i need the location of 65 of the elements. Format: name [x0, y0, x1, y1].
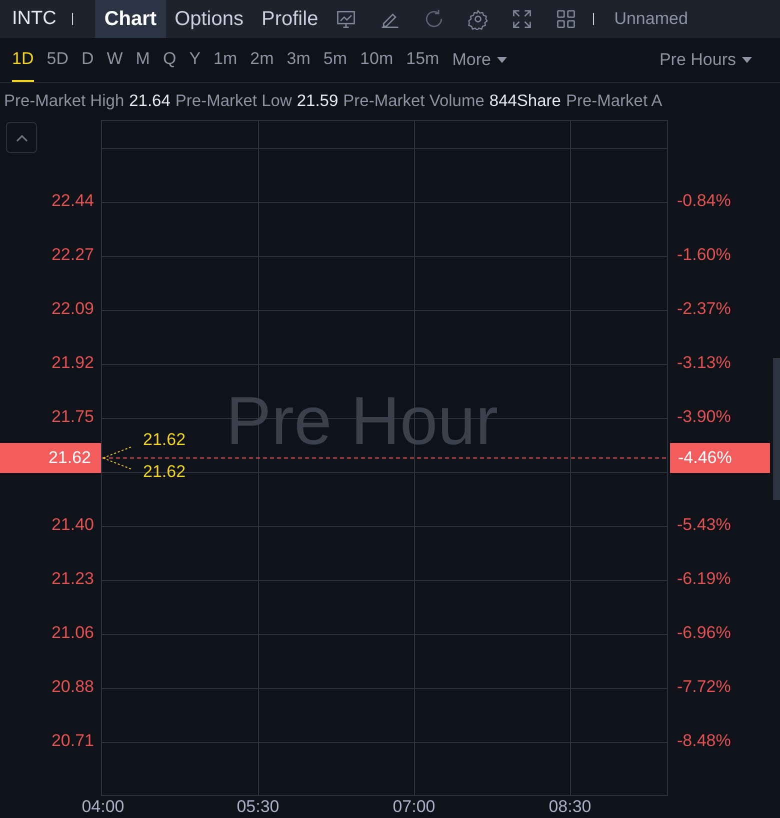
stat-label: Pre-Market High — [4, 92, 124, 111]
price-callout-label: 21.62 — [143, 462, 186, 482]
percent-label: -7.72% — [677, 677, 731, 697]
period-tab[interactable]: W — [106, 38, 123, 82]
period-tab[interactable]: 1m — [214, 38, 238, 82]
more-dropdown[interactable]: More — [452, 50, 507, 70]
tab[interactable]: Options — [166, 0, 252, 38]
price-label: 22.44 — [51, 191, 94, 211]
percent-label: -5.43% — [677, 515, 731, 535]
price-label: 21.06 — [51, 623, 94, 643]
chevron-up-icon — [16, 134, 28, 142]
period-tab[interactable]: Y — [189, 38, 201, 82]
time-label: 07:00 — [392, 797, 436, 817]
layout-dropdown[interactable]: Unnamed — [614, 9, 688, 29]
fullscreen-icon[interactable] — [511, 8, 534, 30]
percent-label: -1.60% — [677, 245, 731, 265]
time-label: 04:00 — [80, 797, 126, 817]
price-label: 21.23 — [51, 569, 94, 589]
leader-line — [102, 446, 132, 470]
price-callout-label: 21.62 — [143, 430, 186, 450]
caret-icon — [496, 57, 507, 63]
chart-icon[interactable] — [335, 8, 358, 30]
period-tab[interactable]: D — [81, 38, 94, 82]
percent-label: -3.90% — [677, 407, 731, 427]
session-dropdown[interactable]: Pre Hours — [659, 50, 752, 70]
percent-label: -3.13% — [677, 353, 731, 373]
stat-value: 21.64 — [129, 92, 170, 111]
stat-label: Pre-Market Volume — [343, 92, 484, 111]
price-label: 22.27 — [51, 245, 94, 265]
period-tab[interactable]: Q — [162, 38, 176, 82]
caret-icon — [742, 57, 752, 63]
percent-label: -6.19% — [677, 569, 731, 589]
settings-icon[interactable] — [467, 8, 490, 30]
price-label: 20.88 — [51, 677, 94, 697]
price-label: 21.92 — [51, 353, 94, 373]
last-price-tag: 21.62 — [0, 443, 101, 473]
period-tab[interactable]: M — [136, 38, 150, 82]
tab[interactable]: Chart — [95, 0, 166, 38]
stat-label: Pre-Market A — [566, 92, 662, 111]
collapse-button[interactable] — [6, 122, 37, 153]
stat-label: Pre-Market Low — [175, 92, 292, 111]
period-tab[interactable]: 3m — [286, 38, 310, 82]
percent-label: -2.37% — [677, 299, 731, 319]
scrollbar-handle[interactable] — [773, 358, 780, 500]
percent-label: -0.84% — [677, 191, 731, 211]
price-label: 21.40 — [51, 515, 94, 535]
change-tag: -4.46% — [670, 443, 770, 473]
period-tab[interactable]: 15m — [406, 38, 440, 82]
stat-value: 844Share — [489, 92, 561, 111]
grid-icon[interactable] — [555, 8, 578, 30]
ticker-symbol[interactable]: INTC — [12, 8, 56, 30]
period-tab[interactable]: 2m — [250, 38, 274, 82]
period-tab[interactable]: 5m — [323, 38, 348, 82]
price-label: 20.71 — [51, 731, 94, 751]
percent-label: -8.48% — [677, 731, 731, 751]
period-tab[interactable]: 10m — [360, 38, 394, 82]
time-label: 08:30 — [548, 797, 592, 817]
period-tab[interactable]: 5D — [46, 38, 68, 82]
period-tab[interactable]: 1D — [12, 38, 34, 82]
price-label: 22.09 — [51, 299, 94, 319]
stat-value: 21.59 — [296, 92, 338, 111]
price-label: 21.75 — [51, 407, 94, 427]
percent-label: -6.96% — [677, 623, 731, 643]
time-label: 05:30 — [236, 797, 280, 817]
tab[interactable]: Profile — [252, 0, 328, 38]
